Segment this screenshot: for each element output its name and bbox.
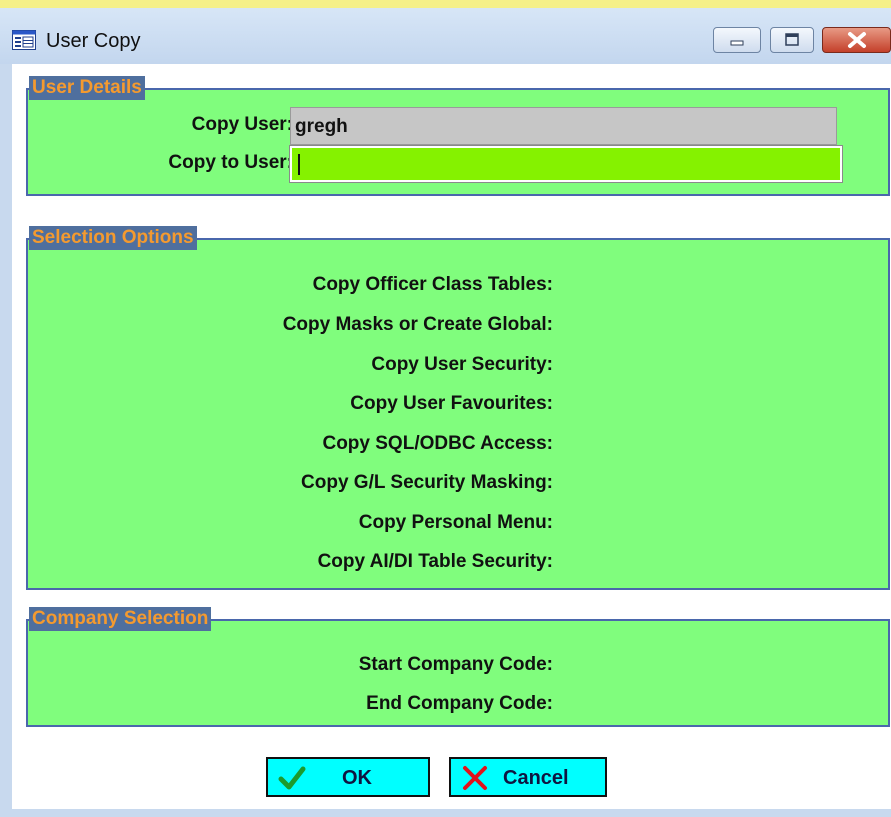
copy-user-field: gregh	[290, 107, 837, 145]
title-bar[interactable]: User Copy	[0, 8, 891, 64]
user-details-group: User Details Copy User: gregh Copy to Us…	[26, 76, 890, 196]
copy-to-user-input[interactable]	[289, 145, 843, 183]
copy-ai-di-table-security-label: Copy AI/DI Table Security:	[317, 551, 553, 572]
form-window-icon	[12, 30, 36, 50]
dialog-body: User Details Copy User: gregh Copy to Us…	[12, 64, 891, 809]
company-selection-group: Company Selection Start Company Code: En…	[26, 607, 890, 727]
ok-label: OK	[342, 767, 372, 789]
checkmark-icon	[278, 766, 306, 790]
x-icon	[463, 766, 487, 790]
maximize-icon	[785, 33, 799, 46]
copy-officer-class-tables-label: Copy Officer Class Tables:	[312, 274, 553, 295]
company-selection-legend: Company Selection	[29, 607, 212, 631]
text-caret	[298, 154, 300, 175]
selection-options-group: Selection Options Copy Officer Class Tab…	[26, 226, 890, 590]
close-button[interactable]	[822, 27, 891, 53]
start-company-code-label: Start Company Code:	[358, 654, 553, 675]
end-company-code-label: End Company Code:	[366, 693, 553, 714]
window-title: User Copy	[46, 30, 141, 52]
copy-sql-odbc-access-label: Copy SQL/ODBC Access:	[322, 433, 553, 454]
cancel-button[interactable]: Cancel	[449, 757, 607, 797]
copy-user-security-label: Copy User Security:	[371, 354, 553, 375]
user-details-legend: User Details	[29, 76, 145, 100]
copy-personal-menu-label: Copy Personal Menu:	[358, 512, 553, 533]
close-icon	[848, 32, 866, 48]
copy-user-label: Copy User:	[191, 114, 293, 135]
user-copy-window: User Copy User Details Copy User: gregh …	[0, 8, 891, 817]
minimize-button[interactable]	[713, 27, 761, 53]
copy-user-favourites-label: Copy User Favourites:	[350, 393, 553, 414]
cancel-label: Cancel	[503, 767, 569, 789]
ok-button[interactable]: OK	[266, 757, 430, 797]
copy-to-user-label: Copy to User:	[168, 152, 293, 173]
minimize-icon	[730, 40, 744, 46]
copy-gl-security-masking-label: Copy G/L Security Masking:	[301, 472, 553, 493]
selection-options-legend: Selection Options	[29, 226, 197, 250]
maximize-button[interactable]	[770, 27, 814, 53]
copy-masks-label: Copy Masks or Create Global:	[282, 314, 553, 335]
